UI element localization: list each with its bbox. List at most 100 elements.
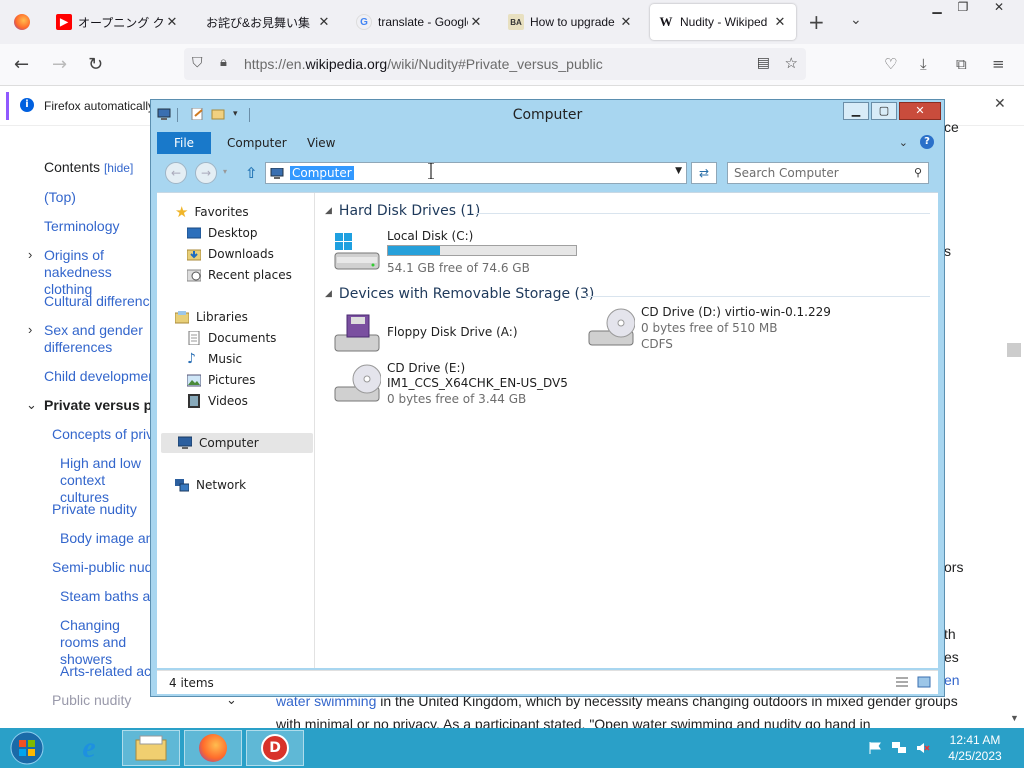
search-input[interactable] <box>734 166 904 180</box>
close-button[interactable]: ✕ <box>899 102 941 120</box>
minimize-button[interactable]: ▁ <box>843 102 869 120</box>
tab-title: お詫び&お見舞い集 <box>206 15 311 30</box>
bookmark-star-icon[interactable]: ☆ <box>785 54 798 72</box>
taskbar-file-explorer[interactable] <box>122 730 180 766</box>
close-icon[interactable]: ✕ <box>984 0 1014 20</box>
close-tab-icon[interactable]: ✕ <box>468 14 484 30</box>
floppy-drive-icon <box>334 314 380 352</box>
explorer-title-bar[interactable]: ▾ Computer ▁ ▢ ✕ <box>151 100 944 130</box>
up-arrow-icon[interactable]: ⇧ <box>245 164 258 182</box>
forward-button[interactable]: → <box>195 162 217 184</box>
computer-icon <box>178 436 192 449</box>
details-view-icon[interactable] <box>895 676 909 688</box>
refresh-button[interactable]: ⇄ <box>691 162 717 184</box>
lock-icon[interactable]: 🔒︎ <box>220 55 227 70</box>
scroll-down-icon[interactable]: ▼ <box>1010 713 1019 723</box>
nav-videos[interactable]: Videos <box>187 392 248 410</box>
tab-upgrade[interactable]: BA How to upgrade ✕ <box>500 4 642 40</box>
text-fragment-link[interactable]: en <box>944 672 960 688</box>
toc-item-context[interactable]: High and low context cultures <box>60 455 150 506</box>
chevron-down-icon[interactable]: ⌄ <box>26 397 37 413</box>
expand-ribbon-icon[interactable]: ⌄ <box>899 136 908 149</box>
nav-desktop[interactable]: Desktop <box>187 224 258 242</box>
volume-muted-icon[interactable] <box>916 742 930 754</box>
address-text[interactable]: Computer <box>290 166 354 180</box>
address-bar[interactable]: Computer ▼ <box>265 162 687 184</box>
search-icon: ⚲ <box>913 166 922 179</box>
tab-computer[interactable]: Computer <box>213 132 301 154</box>
action-center-flag-icon[interactable] <box>868 742 882 754</box>
address-dropdown-icon[interactable]: ▼ <box>675 166 682 176</box>
extensions-icon[interactable]: ⧉ <box>956 55 967 73</box>
tab-list-chevron-icon[interactable]: ⌄ <box>850 12 862 28</box>
nav-favorites[interactable]: ★ Favorites <box>175 203 249 221</box>
music-icon: ♪ <box>187 351 196 367</box>
back-button[interactable]: ← <box>165 162 187 184</box>
start-button[interactable] <box>8 730 46 766</box>
close-tab-icon[interactable]: ✕ <box>164 14 180 30</box>
clock[interactable]: 12:41 AM 4/25/2023 <box>944 732 1006 764</box>
nav-label: Libraries <box>196 310 248 324</box>
tab-file[interactable]: File <box>157 132 211 154</box>
youtube-icon: ▶ <box>56 14 72 30</box>
nav-pictures[interactable]: Pictures <box>187 371 256 389</box>
nav-network[interactable]: Network <box>175 476 246 494</box>
toc-item-origins[interactable]: Origins of nakedness clothing <box>44 247 150 298</box>
text-cursor-icon <box>428 162 434 180</box>
maximize-button[interactable]: ▢ <box>871 102 897 120</box>
taskbar-firefox[interactable] <box>184 730 242 766</box>
desktop-icon <box>187 227 201 239</box>
taskbar-internet-explorer[interactable]: e <box>60 730 118 766</box>
forward-arrow-icon[interactable]: → <box>52 54 67 75</box>
nav-computer[interactable]: Computer <box>161 433 313 453</box>
tab-youtube[interactable]: ▶ オープニング ク ✕ <box>48 4 188 40</box>
group-divider <box>475 213 930 214</box>
url-scheme: https://en. <box>244 56 306 72</box>
reload-icon[interactable]: ↻ <box>88 54 103 75</box>
drive-d[interactable]: CD Drive (D:) virtio-win-0.1.229 0 bytes… <box>587 305 867 351</box>
toc-title: Contents <box>44 159 101 175</box>
downloads-icon[interactable]: ⤓ <box>920 55 927 73</box>
nav-documents[interactable]: Documents <box>187 329 276 347</box>
help-icon[interactable]: ? <box>920 135 934 149</box>
tab-apology[interactable]: お詫び&お見舞い集 ✕ <box>198 4 340 40</box>
back-arrow-icon[interactable]: ← <box>14 54 29 75</box>
toc-item-changing-rooms[interactable]: Changing rooms and showers <box>60 617 150 668</box>
close-notice-icon[interactable]: ✕ <box>994 96 1006 112</box>
scrollbar-thumb[interactable] <box>1007 343 1021 357</box>
menu-icon[interactable]: ≡ <box>992 55 1005 73</box>
drive-c[interactable]: Local Disk (C:) 54.1 GB free of 74.6 GB <box>333 229 593 275</box>
tab-translate[interactable]: G translate - Google ✕ <box>348 4 492 40</box>
pocket-icon[interactable]: ♡ <box>884 55 897 73</box>
shield-icon[interactable]: ⛉ <box>192 55 203 71</box>
taskbar-app[interactable]: D <box>246 730 304 766</box>
network-tray-icon[interactable] <box>892 742 906 754</box>
reader-view-icon[interactable]: ▤ <box>757 55 770 71</box>
recent-locations-icon[interactable]: ▾ <box>223 167 227 176</box>
text-fragment: ors <box>944 559 964 575</box>
tab-wikipedia[interactable]: W Nudity - Wikiped ✕ <box>650 4 796 40</box>
restore-icon[interactable]: ❐ <box>948 0 978 20</box>
close-tab-icon[interactable]: ✕ <box>618 14 634 30</box>
chevron-right-icon[interactable]: › <box>28 247 32 262</box>
drive-e[interactable]: CD Drive (E:) IM1_CCS_X64CHK_EN-US_DV5 0… <box>333 361 593 407</box>
collapse-triangle-icon[interactable]: ◢ <box>325 289 332 299</box>
toc-hide-link[interactable]: [hide] <box>104 161 133 175</box>
tab-view[interactable]: View <box>293 132 349 154</box>
nav-libraries[interactable]: Libraries <box>175 308 248 326</box>
toc-item-sex-gender[interactable]: Sex and gender differences <box>44 322 150 356</box>
chevron-right-icon[interactable]: › <box>28 322 32 337</box>
url-bar[interactable]: ⛉ 🔒︎ https://en.wikipedia.org/wiki/Nudit… <box>184 48 806 80</box>
large-icons-view-icon[interactable] <box>917 676 931 688</box>
collapse-triangle-icon[interactable]: ◢ <box>325 206 332 216</box>
new-tab-button[interactable]: + <box>808 10 825 34</box>
nav-downloads[interactable]: Downloads <box>187 245 274 263</box>
nav-music[interactable]: ♪ Music <box>187 350 242 368</box>
group-hard-disks[interactable]: ◢ Hard Disk Drives (1) <box>325 203 480 219</box>
close-tab-icon[interactable]: ✕ <box>316 14 332 30</box>
group-removable[interactable]: ◢ Devices with Removable Storage (3) <box>325 286 594 302</box>
drive-a[interactable]: Floppy Disk Drive (A:) <box>333 311 593 357</box>
search-box[interactable]: ⚲ <box>727 162 929 184</box>
close-tab-icon[interactable]: ✕ <box>772 14 788 30</box>
nav-recent-places[interactable]: Recent places <box>187 266 292 284</box>
